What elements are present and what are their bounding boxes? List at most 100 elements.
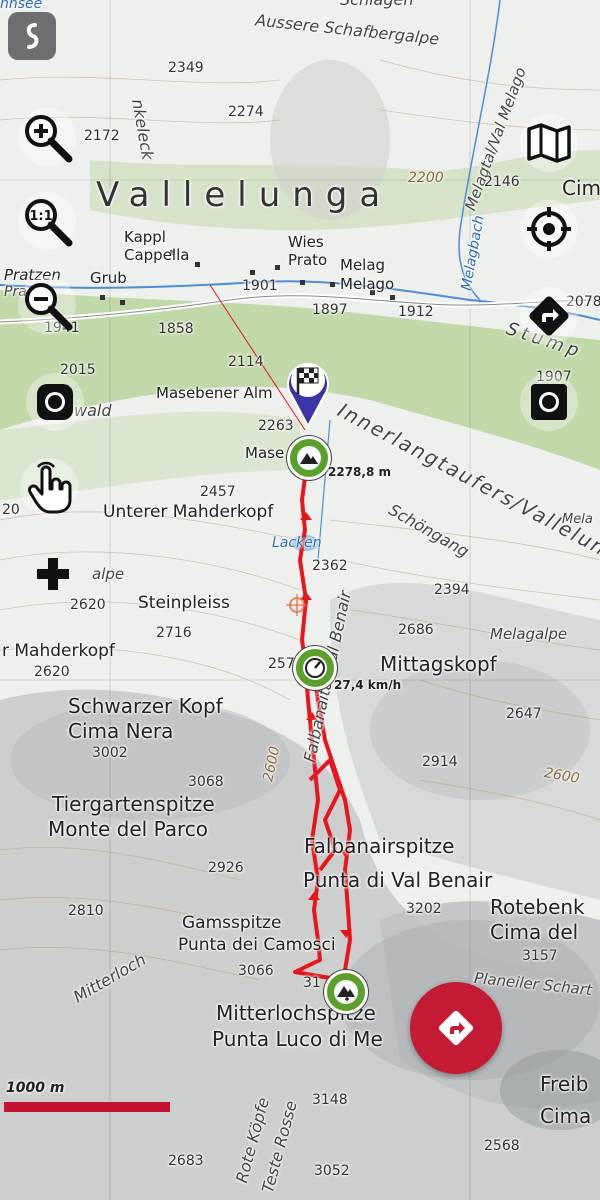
touch-mode-button[interactable] [20,458,78,516]
place-label: Melagalpe [490,625,568,643]
speed-marker[interactable] [293,646,337,690]
touch-hand-icon [28,461,72,514]
place-label: alpe [92,565,125,583]
elevation-label: 3068 [188,774,224,790]
elevation-label: 31 [303,975,321,991]
place-label: nnsee [0,0,43,12]
route-s-icon [26,23,39,49]
mountain-plus-icon [334,980,358,1004]
zoom-reset-button[interactable]: 1:1 [18,192,76,250]
place-label: Freib [540,1072,589,1096]
elevation-label: 2647 [506,706,542,722]
elevation-label: 3002 [92,745,128,761]
elevation-label: 20 [2,502,20,518]
elevation-label: 3148 [312,1092,348,1108]
elevation-label: 2568 [484,1138,520,1154]
elevation-label: 1901 [242,278,278,294]
place-label: Punta Luco di Me [212,1027,383,1051]
map-fold-icon [527,123,571,163]
valley-label: Vallelunga [96,175,393,215]
elevation-label: 2620 [70,597,106,613]
crosshair-icon [527,207,571,251]
summit-marker[interactable] [324,970,368,1014]
place-label: Mela [562,512,593,527]
scale-label: 1000 m [6,1080,65,1096]
place-label: Punta dei Camosci [178,935,336,955]
place-label: Unterer Mahderkopf [103,502,274,522]
place-label: Cim [562,176,600,200]
place-label: r Mahderkopf [2,641,115,661]
place-label: Steinpleiss [138,593,230,613]
place-label: Cima [540,1104,592,1128]
map-type-button[interactable] [520,114,578,172]
elevation-label: 2686 [398,622,434,638]
zoom-out-button[interactable] [18,276,76,334]
place-label: Cima del [490,920,579,944]
speed-readout: 27,4 km/h [334,678,402,692]
zoom-in-icon [25,115,73,163]
place-label: Prato [288,251,328,269]
place-label: Tiergartenspitze [52,792,215,816]
lake-label: Lacken [272,535,322,551]
route-fab-button[interactable] [410,982,502,1074]
elevation-label: 3202 [406,901,442,917]
place-label: Mittagskopf [380,652,497,676]
elevation-label: 2620 [34,664,70,680]
elevation-label: 2926 [208,860,244,876]
elevation-label: 2914 [422,754,458,770]
elevation-label: 257 [268,656,295,672]
elevation-label: 2200 [408,170,444,186]
elevation-label: 2683 [168,1153,204,1169]
elevation-label: 2172 [84,128,120,144]
elevation-label: 2716 [156,625,192,641]
rounded-square-icon [37,384,73,420]
elevation-label: 1858 [158,321,194,337]
speedometer-icon [303,656,327,680]
elevation-label: 2114 [228,354,264,370]
zoom-out-icon [25,283,73,331]
place-label: Rotebenk [490,895,585,919]
record-button-right[interactable] [520,373,578,431]
zoom-in-button[interactable] [18,108,76,166]
elevation-label: 2362 [312,558,348,574]
elevation-label: 2457 [200,484,236,500]
elevation-label: 2349 [168,60,204,76]
elevation-label: 2394 [434,582,470,598]
record-button-left[interactable] [26,373,84,431]
place-label: Grub [90,269,127,287]
zoom-one-to-one-icon: 1:1 [25,199,73,247]
place-label: Monte del Parco [48,817,209,841]
layers-button[interactable] [8,12,56,60]
place-label: Punta di Val Benair [303,868,493,892]
turn-arrow-diamond-icon [529,296,569,336]
place-label: Mase [245,444,285,462]
elevation-label: 1912 [398,304,434,320]
elevation-label: 2274 [228,104,264,120]
locate-button[interactable] [520,200,578,258]
record-circle-icon [531,384,567,420]
add-button[interactable] [24,545,82,603]
mountain-icon [297,446,321,470]
start-marker[interactable] [287,436,331,480]
place-label: Schwarzer Kopf [68,694,223,718]
place-label: Cappella [124,246,190,264]
elevation-readout: 2278,8 m [328,465,391,479]
navigate-button[interactable] [520,287,578,345]
elevation-label: 3066 [238,963,274,979]
position-crosshair-icon [286,594,308,616]
checkered-flag-icon [287,363,329,429]
elevation-label: 2146 [484,174,520,190]
zoom-ratio-text: 1:1 [29,209,52,224]
elevation-label: 3052 [314,1163,350,1179]
place-label: Melag [340,256,386,274]
elevation-label: 2810 [68,903,104,919]
finish-marker[interactable] [280,352,336,429]
scale-bar [4,1102,170,1112]
plus-icon [37,558,69,590]
place-label: Melago [340,275,395,293]
elevation-label: 1897 [312,302,348,318]
elevation-label: 3157 [522,948,558,964]
place-label: Masebener Alm [156,384,273,402]
place-label: Falbanairspitze [304,834,455,858]
place-label: Schlagen [340,0,413,9]
